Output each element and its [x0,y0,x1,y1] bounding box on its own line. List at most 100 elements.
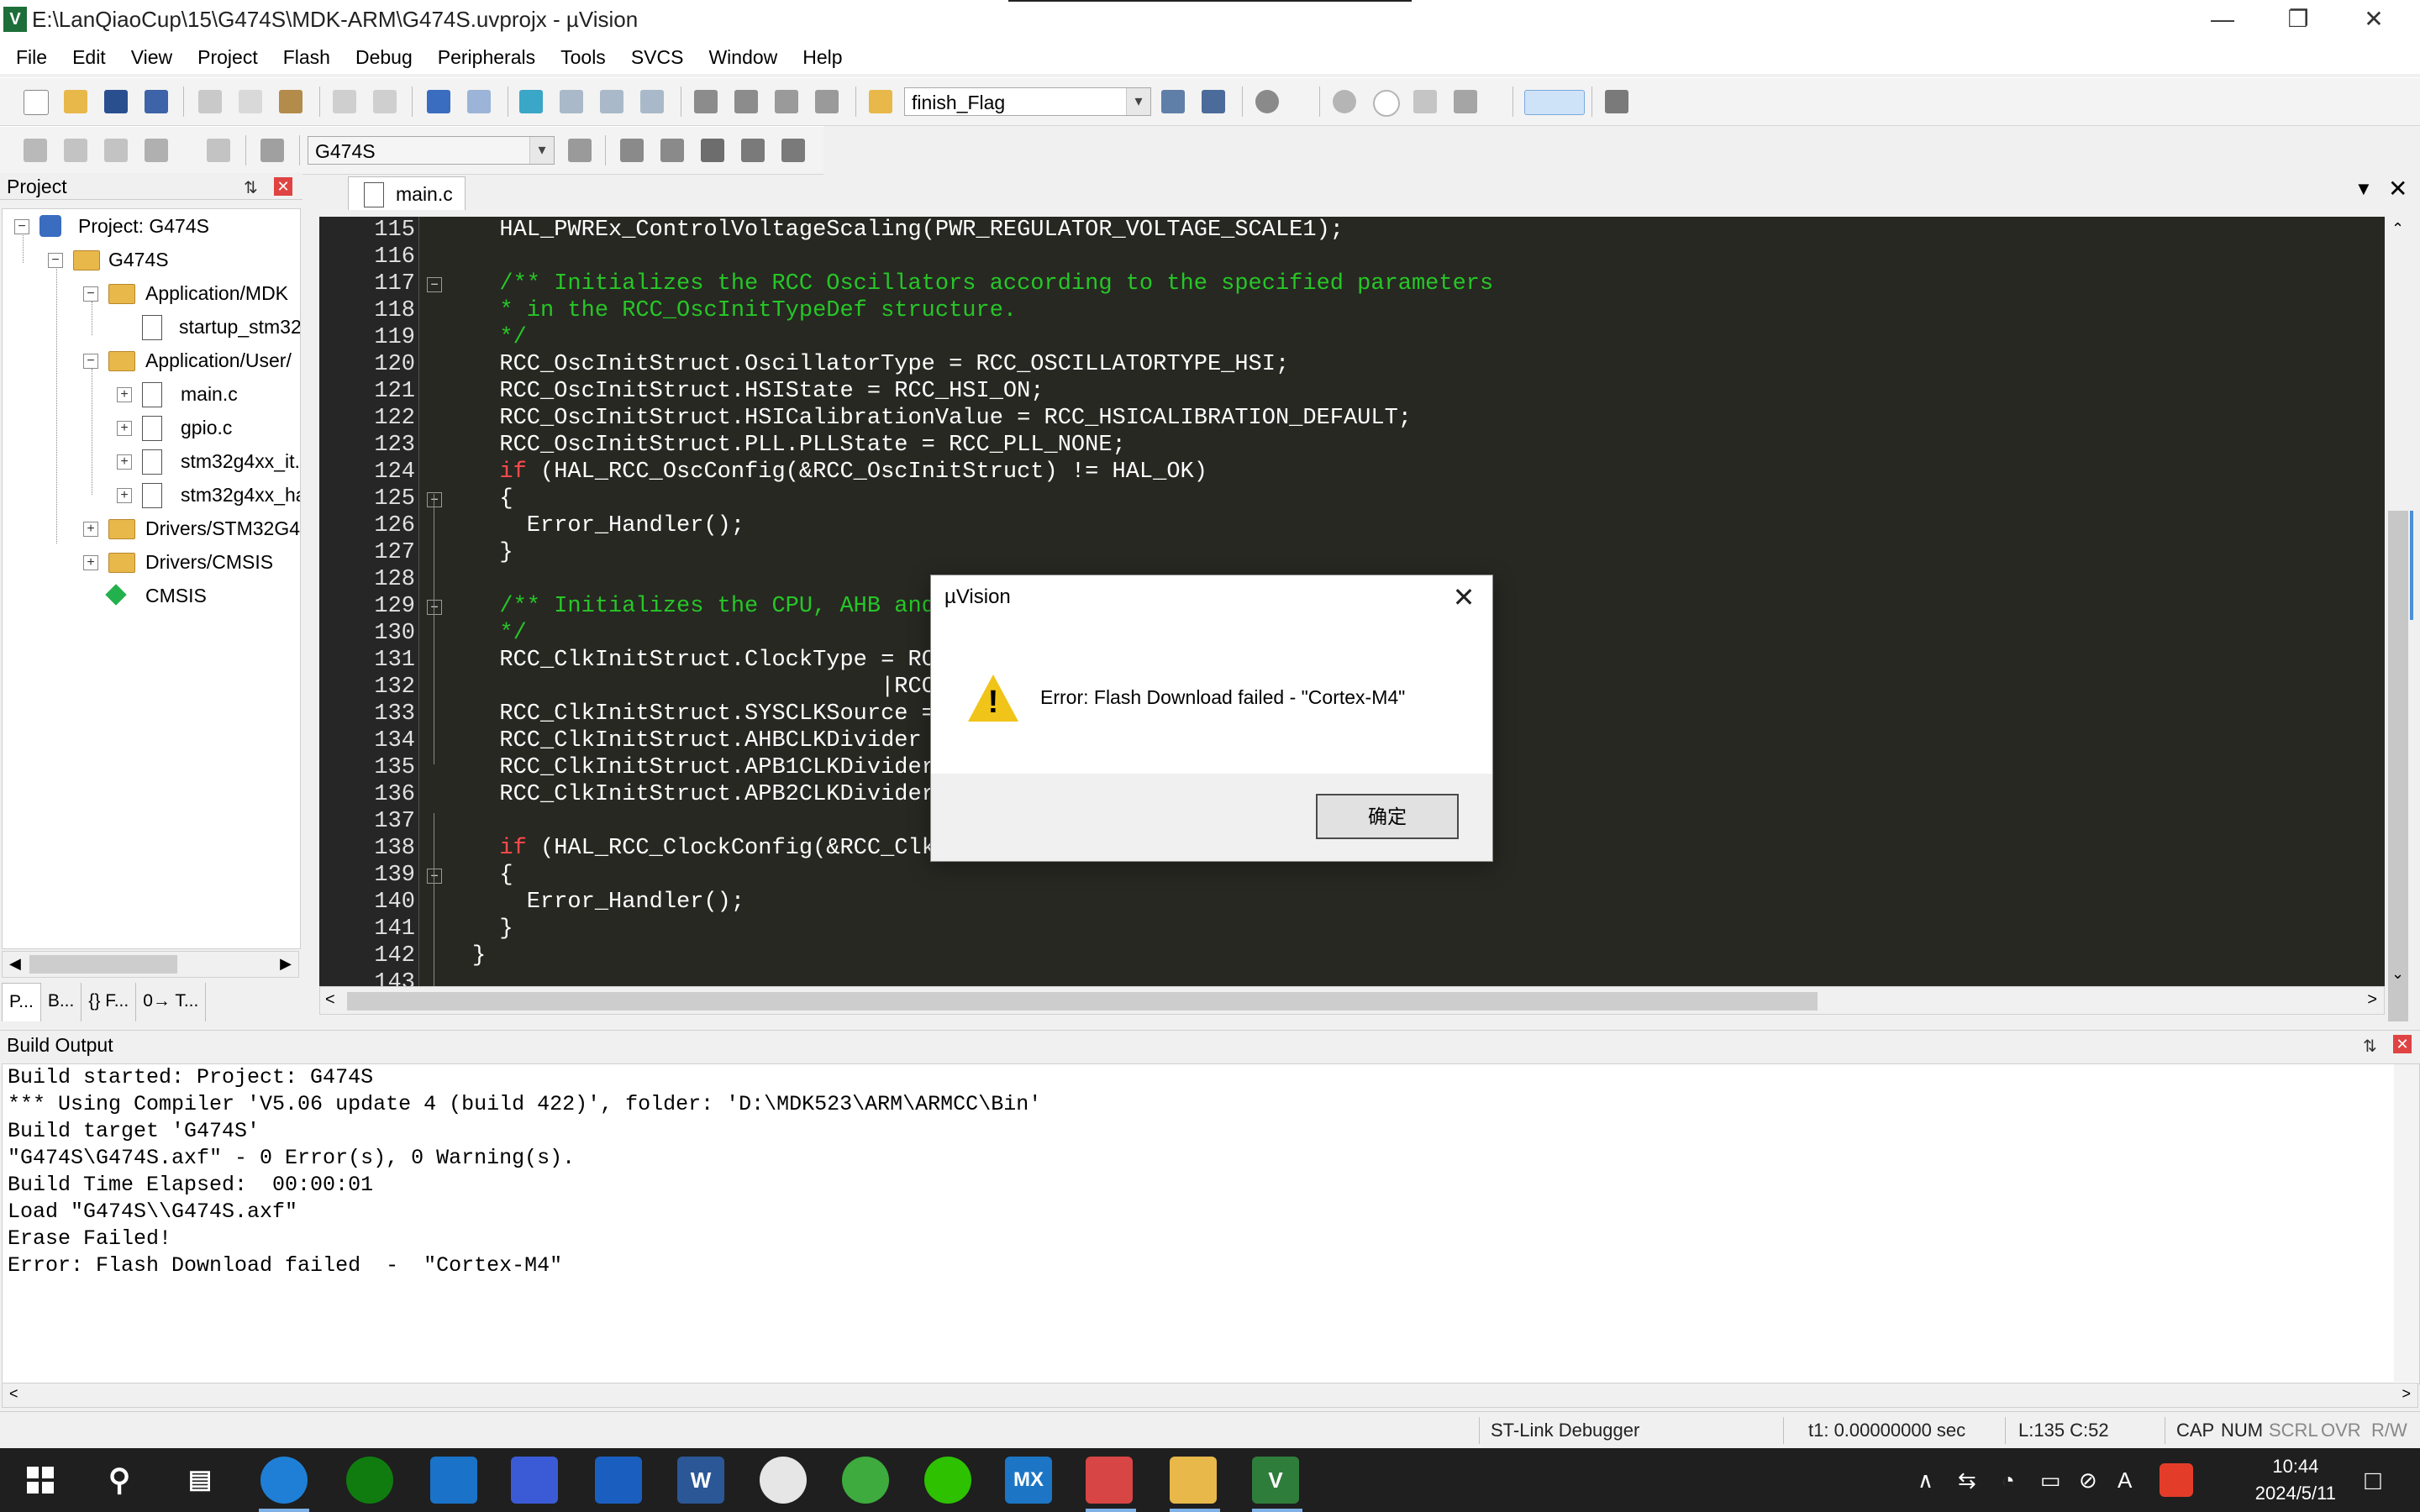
open-file-icon[interactable] [64,90,87,113]
word-icon[interactable]: W [677,1457,724,1504]
zoom-icon[interactable] [1255,90,1279,113]
save-icon[interactable] [104,90,128,113]
comment-icon[interactable] [775,90,798,113]
configure-wrench-icon[interactable] [1605,90,1628,113]
fold-toggle-icon[interactable]: − [427,869,442,884]
editor-vscrollbar[interactable]: ⌃ ⌄ [2385,217,2413,1021]
tab-functions[interactable]: {} F... [82,983,137,1021]
menu-window[interactable]: Window [696,40,790,74]
visual-studio-icon[interactable] [511,1457,558,1504]
tray-app-icon[interactable]: ⇆ [1958,1448,1976,1512]
menu-tools[interactable]: Tools [548,40,618,74]
navigate-forward-icon[interactable] [467,90,491,113]
pin-icon[interactable]: ⇅ [2363,1032,2377,1061]
close-tab-icon[interactable]: ✕ [2388,175,2407,202]
close-panel-icon[interactable]: ✕ [274,177,292,196]
title-bar[interactable]: V E:\LanQiaoCup\15\G474S\MDK-ARM\G474S.u… [0,0,2420,40]
select-software-packs-icon[interactable] [701,139,724,162]
pack-installer-icon[interactable] [741,139,765,162]
disable-all-breakpoints-icon[interactable] [1413,90,1437,113]
input-method-icon[interactable]: A [2118,1448,2132,1512]
target-select[interactable]: G474S ▾ [308,136,555,165]
find-combo[interactable]: finish_Flag ▾ [904,87,1151,116]
minimize-button[interactable]: — [2185,0,2260,40]
taskbar-clock[interactable]: 10:44 2024/5/11 [2255,1453,2336,1507]
collapse-icon[interactable]: − [48,253,63,268]
keil-uvision-icon[interactable]: V [1252,1457,1299,1504]
expand-icon[interactable]: + [117,488,132,503]
chevron-down-icon[interactable]: ▾ [1126,88,1150,115]
collapse-icon[interactable]: − [83,354,98,369]
wechat-icon[interactable] [924,1457,971,1504]
new-file-icon[interactable] [24,90,49,115]
target-options-icon[interactable] [568,139,592,162]
stop-build-icon[interactable] [207,139,230,162]
next-bookmark-icon[interactable] [600,90,623,113]
editor-hscrollbar[interactable]: < > [319,986,2385,1015]
undo-icon[interactable] [333,90,356,113]
stm32cubemx-icon[interactable]: MX [1005,1457,1052,1504]
scroll-right-icon[interactable]: > [2402,1385,2411,1403]
pin-icon[interactable]: ⇅ [244,175,258,202]
scroll-left-icon[interactable]: < [325,990,335,1010]
build-output-vscrollbar[interactable] [2394,1064,2419,1382]
collapse-icon[interactable]: − [14,219,29,234]
file-explorer-icon[interactable] [1170,1457,1217,1504]
build-output-pane[interactable]: Build started: Project: G474S *** Using C… [2,1063,2420,1384]
paste-icon[interactable] [279,90,302,113]
breakpoint-icon[interactable] [1333,90,1356,113]
calendar-icon[interactable] [595,1457,642,1504]
copy-icon[interactable] [239,90,262,113]
prev-bookmark-icon[interactable] [560,90,583,113]
battery-icon[interactable]: ▭ [2040,1448,2061,1512]
cut-icon[interactable] [198,90,222,113]
menu-edit[interactable]: Edit [60,40,118,74]
fold-toggle-icon[interactable]: − [427,492,442,507]
sogou-input-icon[interactable] [2160,1463,2193,1497]
collapse-icon[interactable]: − [83,286,98,302]
tab-list-chevron-icon[interactable]: ▼ [2354,178,2373,200]
build-icon[interactable] [64,139,87,162]
mail-icon[interactable] [430,1457,477,1504]
project-tree[interactable]: − Project: G474S − G474S − Application/M… [2,208,301,949]
search-icon[interactable]: ⚲ [96,1457,143,1504]
tab-templates[interactable]: 0→ T... [136,983,207,1021]
menu-project[interactable]: Project [185,40,271,74]
ok-button[interactable]: 确定 [1316,794,1459,839]
manage-components-icon[interactable] [620,139,644,162]
window-layout-icon[interactable] [1524,90,1585,115]
scrollbar-thumb[interactable] [347,992,1818,1011]
edge-browser-icon[interactable] [260,1457,308,1504]
browser-icon[interactable] [842,1457,889,1504]
menu-file[interactable]: File [3,40,60,74]
tab-books[interactable]: B... [41,983,82,1021]
redo-icon[interactable] [373,90,397,113]
kill-breakpoints-icon[interactable] [1454,90,1477,113]
find-icon[interactable] [1161,90,1185,113]
manage-project-items-icon[interactable] [660,139,684,162]
windows-start-icon[interactable] [17,1457,64,1504]
menu-view[interactable]: View [118,40,185,74]
replace-icon[interactable] [1202,90,1225,113]
scrollbar-thumb[interactable] [2388,511,2408,1021]
notifications-icon[interactable]: □ [2349,1457,2396,1504]
menu-debug[interactable]: Debug [343,40,425,74]
close-window-button[interactable]: ✕ [2336,0,2412,40]
flash-tool-icon[interactable] [1086,1457,1133,1504]
run-time-environment-icon[interactable] [781,139,805,162]
tab-main-c[interactable]: main.c [348,176,466,210]
restore-button[interactable]: ❐ [2260,0,2336,40]
fold-toggle-icon[interactable]: − [427,600,442,615]
indent-icon[interactable] [694,90,718,113]
disable-breakpoint-icon[interactable] [1373,90,1400,117]
volume-muted-icon[interactable]: ⊘ [2079,1448,2097,1512]
menu-help[interactable]: Help [790,40,855,74]
expand-icon[interactable]: + [117,387,132,402]
scroll-down-icon[interactable]: ⌄ [2391,965,2404,983]
find-in-files-icon[interactable] [869,90,892,113]
scrollbar-thumb[interactable] [29,955,177,974]
translate-icon[interactable] [24,139,47,162]
close-panel-icon[interactable]: ✕ [2393,1035,2412,1053]
clear-bookmarks-icon[interactable] [640,90,664,113]
uncomment-icon[interactable] [815,90,839,113]
